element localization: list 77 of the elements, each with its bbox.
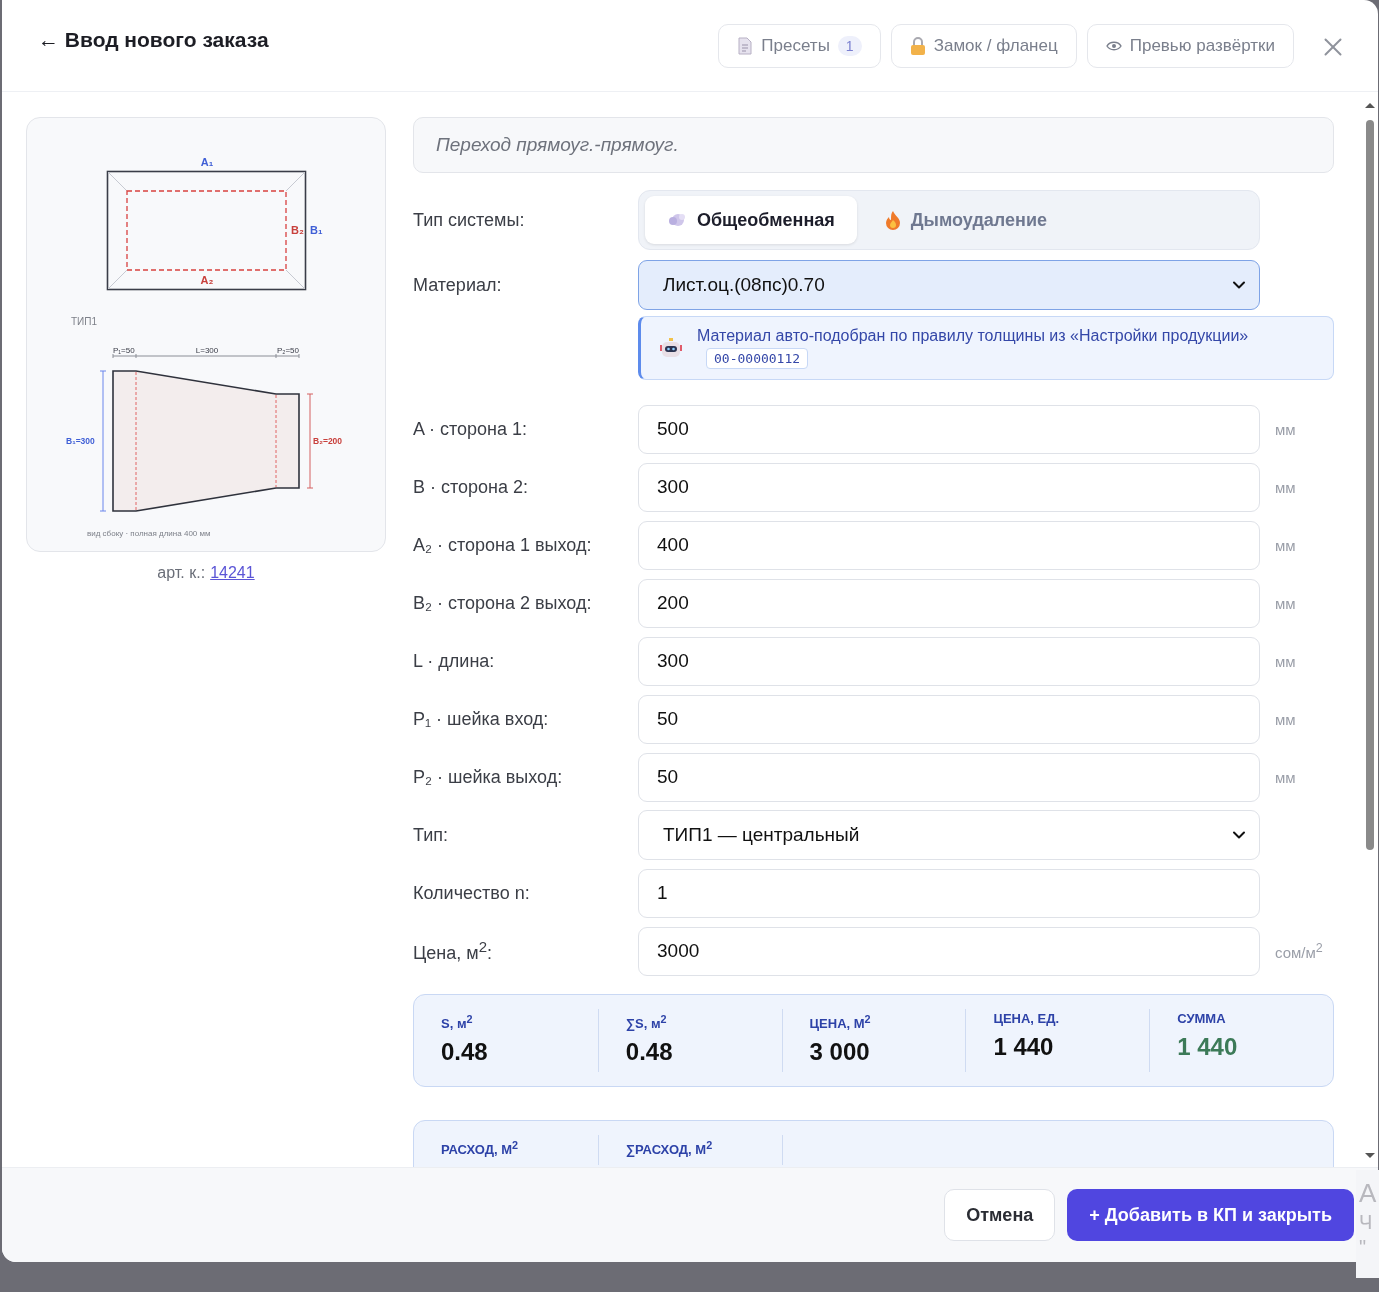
- material-select[interactable]: Лист.оц.(08пс)0.70: [638, 260, 1260, 310]
- summary-label: СУММА: [1177, 1011, 1227, 1027]
- dimension-label: B₁=300: [66, 436, 95, 446]
- cancel-button[interactable]: Отмена: [944, 1189, 1056, 1241]
- background-text: A: [1359, 1178, 1377, 1209]
- toolbar-button[interactable]: Пресеты 1: [718, 24, 881, 68]
- document-icon: [737, 37, 754, 55]
- summary-value: 1 440: [1177, 1033, 1239, 1061]
- dimension-label: B₂: [291, 224, 304, 236]
- dimension-label: A₂: [200, 274, 214, 286]
- summary-label: ЦЕНА, М$^{2}$: [809, 1012, 872, 1033]
- summary-value: 3 000: [809, 1038, 871, 1067]
- field-label: A · сторона 1:: [413, 418, 529, 440]
- product-name-field[interactable]: Переход прямоуг.-прямоуг.: [413, 117, 1334, 173]
- background-text: ": [1359, 1236, 1367, 1259]
- field-label: P₁ · шейка вход:: [413, 708, 550, 730]
- field-label: Тип:: [413, 824, 449, 846]
- eye-icon: [1105, 41, 1122, 51]
- summary-label: ∑S, м$^{2}$: [625, 1012, 668, 1033]
- input-field[interactable]: 50: [638, 752, 1260, 802]
- summary-label: ∑РАСХОД, М$^{2}$: [625, 1138, 714, 1159]
- diagram-caption: вид сбоку · полная длина 400 мм: [87, 529, 211, 538]
- dimension-label: B₁: [310, 224, 323, 236]
- count-badge: 1: [837, 36, 862, 56]
- field-label: P₂ · шейка выход:: [413, 766, 564, 788]
- summary-value: 1 440: [993, 1033, 1055, 1061]
- input-field[interactable]: 300: [638, 462, 1260, 512]
- notice-text: Материал авто-подобран по правилу толщины из «Настройки продукции»: [697, 327, 1249, 344]
- input-field[interactable]: 500: [638, 404, 1260, 454]
- field-label: Материал:: [413, 274, 503, 296]
- robot-icon: [659, 336, 683, 360]
- field-label: B · сторона 2:: [413, 476, 530, 498]
- cloud-icon: [667, 211, 687, 229]
- unit-label: мм: [1275, 652, 1296, 670]
- dimension-label: L=300: [195, 346, 219, 355]
- unit-label: мм: [1275, 710, 1296, 728]
- input-field[interactable]: 400: [638, 520, 1260, 570]
- unit-label: мм: [1275, 420, 1296, 438]
- system-type-tab[interactable]: Общеобменная: [645, 196, 857, 244]
- unit-label: мм: [1275, 594, 1296, 612]
- field-label: Тип системы:: [413, 209, 526, 231]
- summary-label: РАСХОД, М$^{2}$: [441, 1138, 520, 1159]
- summary-value: 0.48: [625, 1038, 674, 1067]
- field-label: B₂ · сторона 2 выход:: [413, 592, 593, 614]
- dialog-title: ← Ввод нового заказа: [38, 28, 270, 52]
- input-field[interactable]: 200: [638, 578, 1260, 628]
- type-select[interactable]: ТИП1 — центральный: [638, 810, 1260, 860]
- dimension-label: P₁=50: [113, 346, 135, 355]
- input-field[interactable]: 1: [638, 868, 1260, 918]
- summary-value: 0.48: [441, 1038, 489, 1067]
- submit-button[interactable]: + Добавить в КП и закрыть: [1067, 1189, 1354, 1241]
- input-field[interactable]: 300: [638, 636, 1260, 686]
- input-field[interactable]: 3000: [638, 926, 1260, 976]
- article-link[interactable]: 14241: [210, 564, 255, 582]
- toolbar-button[interactable]: Замок / фланец: [890, 24, 1077, 68]
- summary-label: ЦЕНА, ЕД.: [993, 1011, 1061, 1027]
- toolbar-button[interactable]: Превью развёртки: [1086, 24, 1294, 68]
- article-label: арт. к.:: [157, 564, 206, 582]
- field-label: Цена, м$^{2}$:: [413, 938, 493, 964]
- field-label: L · длина:: [413, 650, 496, 672]
- dimension-label: P₂=50: [277, 346, 299, 355]
- background-text: Ч: [1359, 1211, 1373, 1234]
- dimension-label: B₂=200: [313, 436, 343, 446]
- field-label: A₂ · сторона 1 выход:: [413, 534, 593, 556]
- flame-icon: [884, 210, 901, 230]
- dimension-label: A₁: [200, 156, 214, 168]
- unit-label: сом/м$^{2}$: [1275, 941, 1323, 961]
- system-type-tab[interactable]: Дымоудаление: [862, 196, 1069, 244]
- field-label: Количество n:: [413, 882, 531, 904]
- unit-label: мм: [1275, 478, 1296, 496]
- lock-icon: [909, 37, 926, 55]
- type-label: ТИП1: [71, 316, 98, 327]
- unit-label: мм: [1275, 536, 1296, 554]
- code-tag: 00-00000112: [706, 348, 809, 369]
- input-field[interactable]: 50: [638, 694, 1260, 744]
- unit-label: мм: [1275, 768, 1296, 786]
- summary-label: S, м$^{2}$: [441, 1012, 474, 1033]
